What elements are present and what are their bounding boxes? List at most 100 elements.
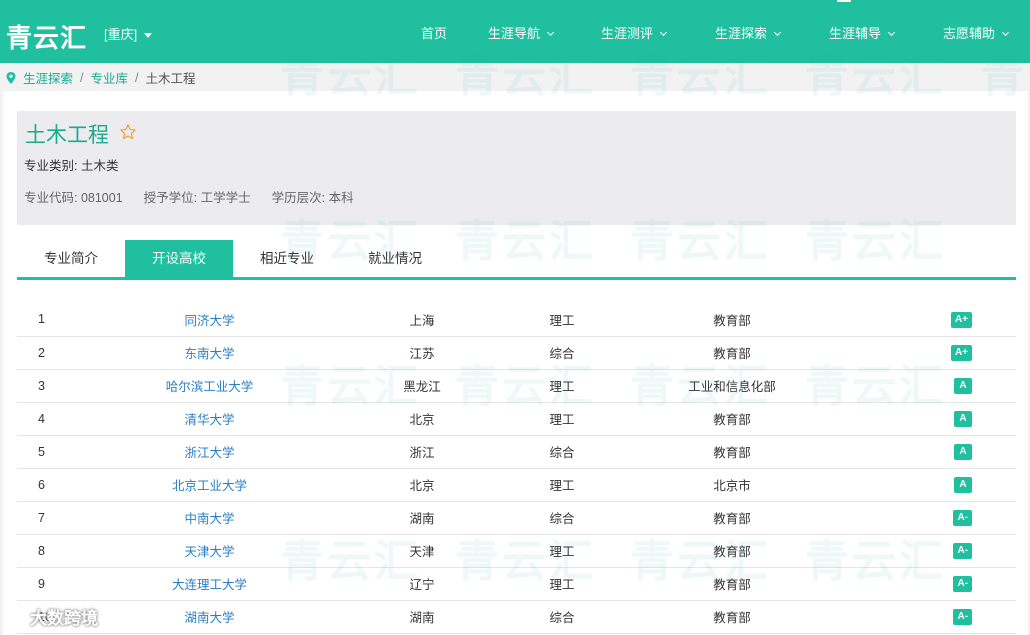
table-row: 7 中南大学 湖南 综合 教育部 A- xyxy=(17,501,1016,535)
department-cell: 教育部 xyxy=(582,534,882,568)
major-header: 土木工程 专业类别: 土木类 专业代码: 081001 授予学位: 工学学士 学… xyxy=(17,111,1016,225)
tab-intro[interactable]: 专业简介 xyxy=(17,240,125,277)
school-cell: 北京工业大学 xyxy=(117,468,302,502)
chevron-down-icon xyxy=(773,28,782,37)
province-cell: 江苏 xyxy=(302,336,542,370)
school-link[interactable]: 中南大学 xyxy=(184,512,234,526)
province-cell: 北京 xyxy=(302,402,542,436)
school-cell: 哈尔滨工业大学 xyxy=(117,369,302,403)
breadcrumb-major-library[interactable]: 专业库 xyxy=(91,68,129,87)
grade-badge: A xyxy=(954,411,972,427)
nav-label: 志愿辅助 xyxy=(943,26,996,41)
school-type-cell: 综合 xyxy=(542,336,582,370)
school-cell: 浙江大学 xyxy=(117,435,302,469)
department-cell: 教育部 xyxy=(582,402,882,436)
nav-career-guide[interactable]: 生涯导航 xyxy=(488,23,555,42)
schools-table: 1 同济大学 上海 理工 教育部 A+ 2 东南大学 江苏 综合 教育部 A+ 3 哈尔滨工业大学 黑龙江理… xyxy=(17,303,1016,634)
school-cell: 东南大学 xyxy=(117,336,302,370)
wechat-icon xyxy=(6,608,26,624)
main-card: 土木工程 专业类别: 土木类 专业代码: 081001 授予学位: 工学学士 学… xyxy=(3,91,1028,635)
grade-cell: A xyxy=(882,369,1016,403)
department-cell: 教育部 xyxy=(582,600,882,634)
table-row: 9 大连理工大学 辽宁 理工 教育部 A- xyxy=(17,567,1016,601)
grade-badge: A xyxy=(954,477,972,493)
rank-cell: 7 xyxy=(17,501,117,535)
major-category: 专业类别: 土木类 xyxy=(24,159,119,173)
school-link[interactable]: 同济大学 xyxy=(184,314,234,328)
grade-badge: A- xyxy=(953,510,972,526)
table-row: 3 哈尔滨工业大学 黑龙江 理工 工业和信息化部 A xyxy=(17,369,1016,403)
school-type-cell: 理工 xyxy=(542,369,582,403)
province-cell: 上海 xyxy=(302,303,542,337)
school-cell: 同济大学 xyxy=(117,303,302,337)
table-row: 10 湖南大学 湖南 综合 教育部 A- xyxy=(17,600,1016,634)
grade-badge: A- xyxy=(953,543,972,559)
nav-career-explore[interactable]: 生涯探索 xyxy=(715,23,782,42)
grade-cell: A xyxy=(882,402,1016,436)
school-link[interactable]: 湖南大学 xyxy=(184,611,234,625)
breadcrumb-career-explore[interactable]: 生涯探索 xyxy=(23,68,73,87)
major-meta: 专业代码: 081001 授予学位: 工学学士 学历层次: 本科 xyxy=(24,187,375,206)
corner-watermark: 大数跨境 xyxy=(6,604,98,629)
school-link[interactable]: 大连理工大学 xyxy=(172,578,247,592)
table-row: 1 同济大学 上海 理工 教育部 A+ xyxy=(17,303,1016,337)
school-type-cell: 理工 xyxy=(542,534,582,568)
site-logo[interactable]: 青云汇 xyxy=(6,18,87,55)
school-link[interactable]: 天津大学 xyxy=(184,545,234,559)
table-row: 2 东南大学 江苏 综合 教育部 A+ xyxy=(17,336,1016,370)
department-cell: 教育部 xyxy=(582,435,882,469)
breadcrumb-current: 土木工程 xyxy=(145,72,196,86)
tab-schools[interactable]: 开设高校 xyxy=(125,240,233,277)
school-type-cell: 理工 xyxy=(542,567,582,601)
school-cell: 天津大学 xyxy=(117,534,302,568)
department-cell: 工业和信息化部 xyxy=(582,369,882,403)
school-type-cell: 理工 xyxy=(542,402,582,436)
province-cell: 天津 xyxy=(302,534,542,568)
chevron-down-icon xyxy=(1001,28,1010,37)
grade-cell: A- xyxy=(882,534,1016,568)
nav-career-coaching[interactable]: 生涯辅导 xyxy=(829,23,896,42)
favorite-star-icon[interactable] xyxy=(119,123,137,141)
chevron-down-icon xyxy=(887,28,896,37)
rank-cell: 9 xyxy=(17,567,117,601)
tab-related-majors[interactable]: 相近专业 xyxy=(233,240,341,277)
nav-home[interactable]: 首页 xyxy=(421,23,447,42)
nav-label: 生涯测评 xyxy=(601,26,654,41)
school-link[interactable]: 北京工业大学 xyxy=(172,479,247,493)
nav-label: 生涯辅导 xyxy=(829,26,882,41)
school-type-cell: 综合 xyxy=(542,501,582,535)
location-pin-icon xyxy=(6,71,16,84)
breadcrumb-separator: / xyxy=(135,70,139,85)
nav-label: 生涯导航 xyxy=(488,26,541,41)
tab-employment[interactable]: 就业情况 xyxy=(341,240,449,277)
grade-cell: A xyxy=(882,468,1016,502)
school-link[interactable]: 浙江大学 xyxy=(184,446,234,460)
grade-cell: A+ xyxy=(882,303,1016,337)
grade-cell: A- xyxy=(882,501,1016,535)
rank-cell: 8 xyxy=(17,534,117,568)
grade-cell: A xyxy=(882,435,1016,469)
school-link[interactable]: 清华大学 xyxy=(184,413,234,427)
corner-watermark-text: 大数跨境 xyxy=(30,609,98,628)
city-selector[interactable]: [重庆] xyxy=(104,24,153,43)
school-link[interactable]: 东南大学 xyxy=(184,347,234,361)
department-cell: 教育部 xyxy=(582,303,882,337)
breadcrumb-separator: / xyxy=(80,70,84,85)
caret-down-icon xyxy=(144,33,153,39)
grade-cell: A+ xyxy=(882,336,1016,370)
school-cell: 中南大学 xyxy=(117,501,302,535)
grade-badge: A- xyxy=(953,576,972,592)
grade-badge: A+ xyxy=(950,345,972,361)
department-cell: 北京市 xyxy=(582,468,882,502)
province-cell: 湖南 xyxy=(302,501,542,535)
province-cell: 辽宁 xyxy=(302,567,542,601)
grade-cell: A- xyxy=(882,567,1016,601)
school-link[interactable]: 哈尔滨工业大学 xyxy=(166,380,254,394)
nav-career-test[interactable]: 生涯测评 xyxy=(601,23,668,42)
nav-application-assist[interactable]: 志愿辅助 xyxy=(943,23,1010,42)
tab-bar: 专业简介 开设高校 相近专业 就业情况 xyxy=(17,240,1016,280)
major-level: 学历层次: 本科 xyxy=(271,191,354,205)
grade-badge: A xyxy=(954,444,972,460)
school-type-cell: 综合 xyxy=(542,600,582,634)
rank-cell: 6 xyxy=(17,468,117,502)
